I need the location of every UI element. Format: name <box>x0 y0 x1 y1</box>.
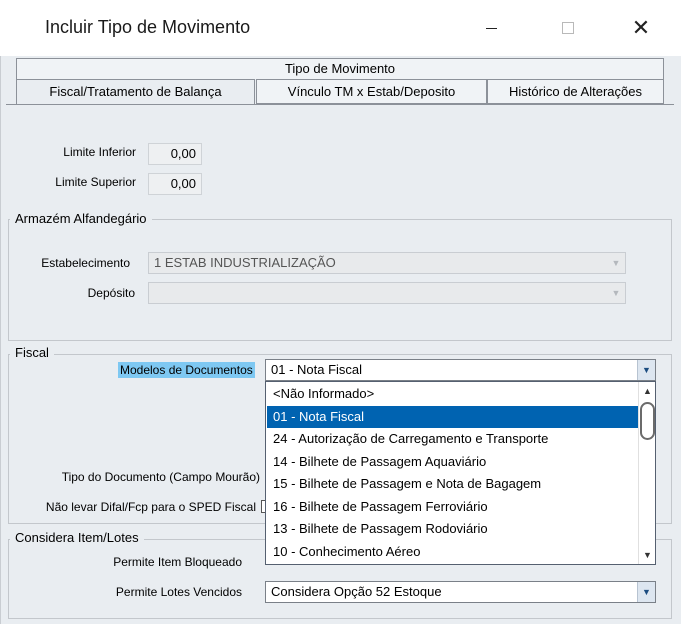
dropdown-option[interactable]: 10 - Conhecimento Aéreo <box>267 541 638 563</box>
dropdown-option[interactable]: 15 - Bilhete de Passagem e Nota de Bagag… <box>267 473 638 495</box>
tab-vinculo-tm-estab-deposito[interactable]: Vínculo TM x Estab/Deposito <box>256 79 487 104</box>
modelos-documentos-dropdown-list[interactable]: <Não Informado> 01 - Nota Fiscal 24 - Au… <box>265 381 656 565</box>
difal-label: Não levar Difal/Fcp para o SPED Fiscal <box>45 500 256 514</box>
chevron-down-icon: ▼ <box>611 288 621 298</box>
maximize-icon <box>562 22 574 34</box>
chevron-down-icon: ▼ <box>611 258 621 268</box>
scroll-up-icon[interactable]: ▲ <box>639 382 656 400</box>
scroll-down-icon[interactable]: ▼ <box>639 546 656 564</box>
tab-fiscal-tratamento-balanca[interactable]: Fiscal/Tratamento de Balança <box>16 79 255 105</box>
close-button[interactable]: ✕ <box>618 10 664 46</box>
deposito-select[interactable]: ▼ <box>148 282 626 304</box>
minimize-button[interactable] <box>468 10 514 46</box>
armazem-group-title: Armazém Alfandegário <box>10 211 152 226</box>
modelos-documentos-select[interactable]: 01 - Nota Fiscal ▼ <box>265 359 656 381</box>
dropdown-option[interactable]: 24 - Autorização de Carregamento e Trans… <box>267 428 638 450</box>
estabelecimento-value: 1 ESTAB INDUSTRIALIZAÇÃO <box>154 255 336 270</box>
lotes-vencidos-label: Permite Lotes Vencidos <box>115 585 242 599</box>
dropdown-option[interactable]: 13 - Bilhete de Passagem Rodoviário <box>267 518 638 540</box>
maximize-button[interactable] <box>545 10 591 46</box>
limite-inferior-field[interactable]: 0,00 <box>148 143 202 165</box>
deposito-label: Depósito <box>87 286 135 300</box>
lotes-vencidos-value: Considera Opção 52 Estoque <box>271 584 442 599</box>
title-bar: Incluir Tipo de Movimento ✕ <box>0 0 681 56</box>
tab-tipo-de-movimento[interactable]: Tipo de Movimento <box>16 58 664 79</box>
lotes-vencidos-select[interactable]: Considera Opção 52 Estoque ▼ <box>265 581 656 603</box>
fiscal-group-title: Fiscal <box>10 345 54 360</box>
limite-inferior-label: Limite Inferior <box>63 145 136 159</box>
armazem-group <box>8 219 672 341</box>
dropdown-scrollbar[interactable]: ▲ ▼ <box>638 382 655 564</box>
minimize-icon <box>485 27 497 29</box>
estabelecimento-select[interactable]: 1 ESTAB INDUSTRIALIZAÇÃO ▼ <box>148 252 626 274</box>
dropdown-option[interactable]: <Não Informado> <box>267 383 638 405</box>
modelos-documentos-label: Modelos de Documentos <box>118 362 255 378</box>
chevron-down-icon: ▼ <box>637 582 655 602</box>
scrollbar-thumb[interactable] <box>640 402 655 440</box>
dropdown-option-selected[interactable]: 01 - Nota Fiscal <box>267 406 638 428</box>
item-bloqueado-label: Permite Item Bloqueado <box>113 555 242 569</box>
limite-superior-label: Limite Superior <box>55 175 136 189</box>
tab-historico-alteracoes[interactable]: Histórico de Alterações <box>487 79 664 104</box>
window-title: Incluir Tipo de Movimento <box>45 17 251 37</box>
dropdown-option[interactable]: 16 - Bilhete de Passagem Ferroviário <box>267 496 638 518</box>
considera-group-title: Considera Item/Lotes <box>10 530 144 545</box>
tipo-documento-label: Tipo do Documento (Campo Mourão) <box>61 470 260 484</box>
dropdown-option[interactable]: 14 - Bilhete de Passagem Aquaviário <box>267 451 638 473</box>
modelos-documentos-value: 01 - Nota Fiscal <box>271 362 363 377</box>
chevron-down-icon: ▼ <box>637 360 655 380</box>
limite-superior-field[interactable]: 0,00 <box>148 173 202 195</box>
estabelecimento-label: Estabelecimento <box>41 256 130 270</box>
